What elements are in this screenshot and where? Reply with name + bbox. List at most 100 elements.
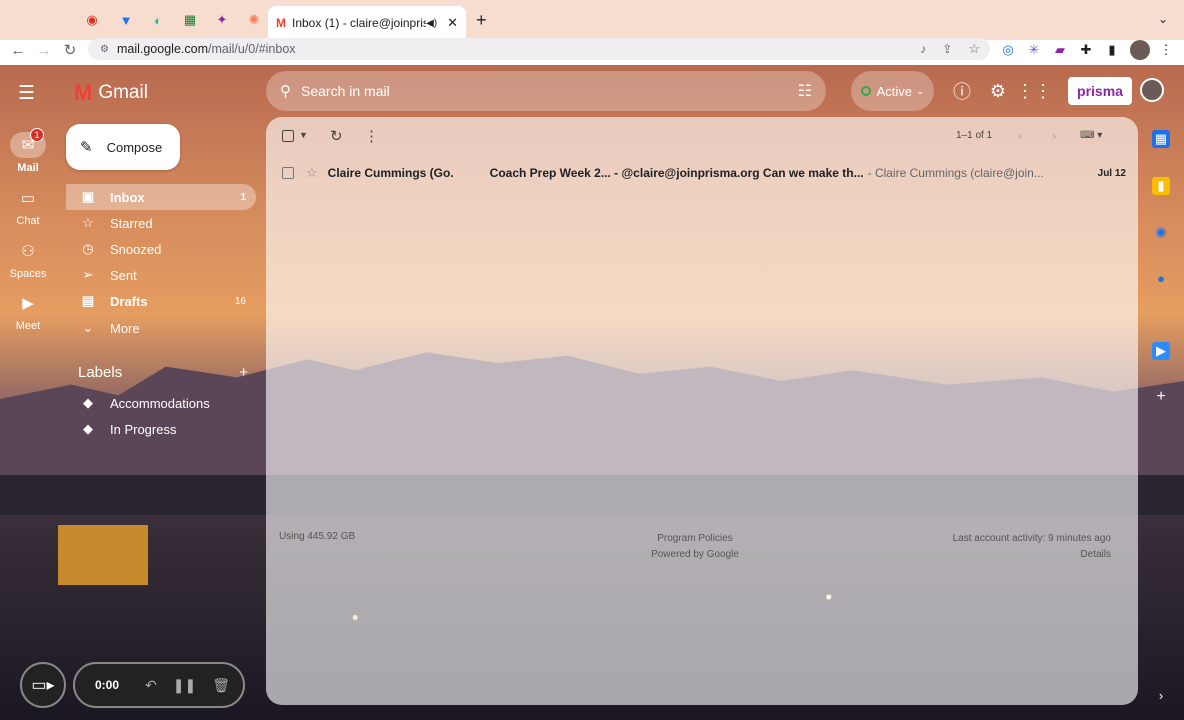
share-icon[interactable]: ⇪: [942, 42, 952, 56]
row-checkbox[interactable]: [282, 167, 294, 179]
input-tools-icon[interactable]: ⌨ ▾: [1080, 130, 1102, 141]
nav-item-inbox[interactable]: ▣ Inbox 1: [66, 184, 256, 210]
browser-tab-bar: [0, 0, 1184, 40]
search-bar[interactable]: ⚲ Search in mail ☷: [266, 71, 826, 111]
settings-gear-icon[interactable]: ⚙: [986, 80, 1010, 102]
spaces-icon: ⚇: [21, 243, 35, 260]
bookmark-star-icon[interactable]: ☆: [968, 41, 980, 57]
address-bar[interactable]: ⚙ mail.google.com/mail/u/0/#inbox ♪ ⇪ ☆: [88, 38, 990, 60]
labels-heading: Labels +: [78, 364, 248, 381]
rail-chat[interactable]: ▭ Chat: [0, 185, 56, 227]
add-label-icon[interactable]: +: [239, 364, 248, 381]
forward-icon[interactable]: →: [34, 41, 54, 59]
profile-avatar[interactable]: [1130, 40, 1150, 60]
sidepanel-icon[interactable]: ▮: [1103, 41, 1121, 59]
asterisk-extension-icon[interactable]: ✳: [1025, 41, 1043, 59]
label-in-progress-text: In Progress: [110, 421, 177, 437]
mic-icon[interactable]: ♪: [920, 42, 926, 56]
rail-mail-label: Mail: [17, 162, 39, 174]
nav-item-starred[interactable]: ☆ Starred: [66, 210, 256, 236]
calendar-icon[interactable]: ▦: [180, 10, 200, 30]
apps-grid-icon[interactable]: ⋮⋮: [1016, 80, 1052, 102]
keep-side-icon[interactable]: ▮: [1152, 177, 1170, 195]
gmail-logo[interactable]: M Gmail: [74, 80, 148, 106]
search-input[interactable]: Search in mail: [301, 83, 798, 99]
label-accommodations-text: Accommodations: [110, 395, 210, 411]
rail-mail[interactable]: ✉ Mail: [0, 132, 56, 174]
prev-page-icon[interactable]: ‹: [1018, 128, 1022, 143]
nav-item-drafts[interactable]: ▤ Drafts 16: [66, 288, 256, 314]
pause-icon[interactable]: ❚❚: [173, 677, 196, 694]
select-all-checkbox[interactable]: [282, 130, 294, 142]
undo-icon[interactable]: ↶: [145, 677, 157, 694]
show-side-panel-icon[interactable]: ›: [1152, 686, 1170, 704]
url-path: /mail/u/0/#inbox: [207, 42, 296, 56]
select-chevron-icon[interactable]: ▼: [299, 130, 308, 140]
compose-button[interactable]: ✎ Compose: [66, 124, 180, 170]
calendar-side-icon[interactable]: ▦: [1152, 130, 1170, 148]
nav-more-label: More: [110, 320, 140, 336]
nav-item-more[interactable]: ⌄ More: [66, 315, 256, 341]
nav-item-snoozed[interactable]: ◷ Snoozed: [66, 236, 256, 262]
nav-drafts-label: Drafts: [110, 293, 148, 309]
meet-icon: ▶: [22, 295, 34, 312]
help-icon[interactable]: ⓘ: [950, 80, 974, 102]
new-tab-icon[interactable]: +: [476, 10, 487, 31]
status-label: Active: [876, 83, 912, 99]
next-page-icon[interactable]: ›: [1052, 128, 1056, 143]
reload-icon[interactable]: ↻: [60, 41, 80, 59]
refresh-icon[interactable]: ↻: [330, 127, 343, 145]
account-avatar[interactable]: [1140, 78, 1164, 102]
email-row[interactable]: ☆ Claire Cummings (Go. Coach Prep Week 2…: [274, 160, 1132, 186]
zoom-side-icon[interactable]: ▶: [1152, 342, 1170, 360]
close-tab-icon[interactable]: ✕: [447, 15, 458, 31]
tasks-side-icon[interactable]: ◉: [1152, 223, 1170, 241]
status-dot-icon: [860, 86, 871, 96]
hubspot-icon[interactable]: ✺: [244, 10, 264, 30]
program-policies-link[interactable]: Program Policies: [640, 531, 750, 547]
browser-menu-icon[interactable]: ⋮: [1157, 41, 1175, 59]
row-star-icon[interactable]: ☆: [306, 165, 318, 181]
send-icon: ➢: [82, 267, 94, 282]
label-tag-icon: ◆: [83, 421, 93, 436]
label-item-accommodations[interactable]: ◆ Accommodations: [66, 390, 256, 416]
back-icon[interactable]: ←: [8, 41, 28, 59]
status-button[interactable]: Active ⌄: [851, 71, 934, 111]
clock-icon: ◷: [82, 241, 94, 256]
more-vert-icon[interactable]: ⋮: [364, 127, 379, 145]
tab-search-chevron-icon[interactable]: ⌄: [1158, 12, 1168, 26]
rail-meet-label: Meet: [15, 320, 41, 332]
star-app-icon[interactable]: ✦: [212, 10, 232, 30]
site-info-icon[interactable]: ⚙: [100, 44, 109, 55]
chevron-down-icon: ⌄: [82, 320, 94, 335]
powered-by-text: Powered by Google: [651, 549, 739, 560]
contacts-side-icon[interactable]: ●: [1152, 269, 1170, 287]
mail-list-panel: [266, 117, 1138, 705]
rail-spaces-label: Spaces: [9, 268, 47, 280]
loom-icon[interactable]: ◎: [999, 41, 1017, 59]
prisma-brand-button[interactable]: prisma: [1068, 77, 1132, 105]
trash-icon[interactable]: 🗑: [212, 677, 230, 694]
recorder-camera-button[interactable]: ▭▸: [20, 662, 66, 708]
add-addon-icon[interactable]: +: [1152, 388, 1170, 406]
rail-spaces[interactable]: ⚇ Spaces: [0, 238, 56, 280]
meta-extension-icon[interactable]: ▰: [1051, 41, 1069, 59]
grammarly-icon[interactable]: ◐: [148, 10, 168, 30]
compose-label: Compose: [106, 139, 163, 155]
tab-inbox[interactable]: M Inbox (1) - claire@joinprisma ◀) ✕: [268, 6, 466, 40]
nav-item-sent[interactable]: ➢ Sent: [66, 262, 256, 288]
search-options-icon[interactable]: ☷: [798, 81, 812, 101]
email-sender: Claire Cummings (Go.: [327, 166, 454, 180]
main-menu-icon[interactable]: ☰: [18, 82, 35, 105]
inbox-icon: ▣: [81, 189, 95, 204]
vpn-icon[interactable]: ▼: [116, 10, 136, 30]
rail-meet[interactable]: ▶ Meet: [0, 290, 56, 332]
search-icon[interactable]: ⚲: [280, 82, 291, 100]
audio-icon[interactable]: ◀): [426, 18, 437, 29]
puzzle-icon[interactable]: ✚: [1077, 41, 1095, 59]
label-item-in-progress[interactable]: ◆ In Progress: [66, 416, 256, 442]
details-link[interactable]: Details: [930, 547, 1111, 563]
nav-snoozed-label: Snoozed: [110, 241, 162, 257]
nav-sent-label: Sent: [110, 267, 137, 283]
record-icon[interactable]: ◉: [82, 10, 102, 30]
